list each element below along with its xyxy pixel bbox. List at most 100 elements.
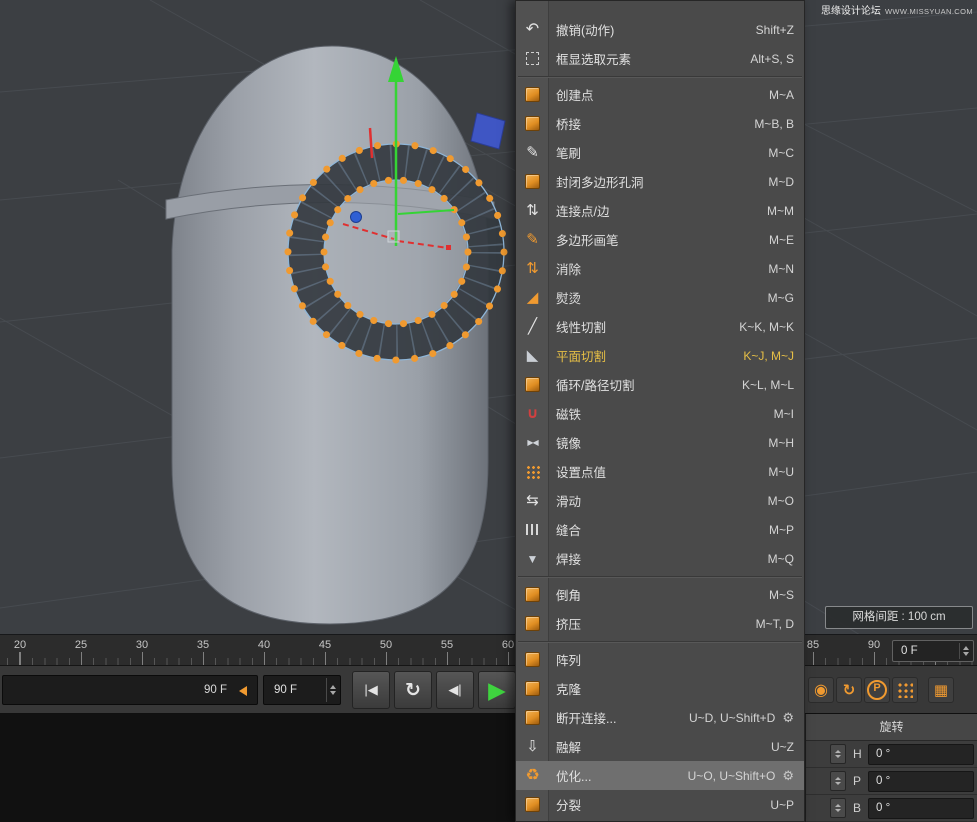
- application-window: 思缘设计论坛WWW.MISSYUAN.COM 网格间距 : 100 cm 20 …: [0, 0, 977, 822]
- menu-item-undo-action[interactable]: 撤销(动作) Shift+Z: [516, 15, 804, 44]
- viewport-3d[interactable]: 思缘设计论坛WWW.MISSYUAN.COM 网格间距 : 100 cm: [0, 0, 977, 634]
- goto-start-button[interactable]: [352, 671, 390, 709]
- menu-item-dissolve[interactable]: 消除 M~N: [516, 254, 804, 283]
- blue-point-handle[interactable]: [351, 212, 362, 223]
- menu-item-array[interactable]: 阵列: [516, 645, 804, 674]
- timeline-range-slider[interactable]: 90 F: [2, 675, 258, 705]
- frame-spinner[interactable]: [959, 643, 971, 659]
- b-value-field[interactable]: 0 °: [868, 798, 974, 819]
- record-parameter-button[interactable]: [864, 677, 890, 703]
- current-frame-field[interactable]: 0 F: [892, 640, 974, 662]
- menu-item-shortcut: Alt+S, S: [750, 52, 794, 66]
- menu-item-connect-points-edges[interactable]: 连接点/边 M~M: [516, 196, 804, 225]
- menu-item-plane-cut[interactable]: 平面切割 K~J, M~J: [516, 341, 804, 370]
- menu-item-label: 设置点值: [556, 462, 606, 481]
- menu-item-disconnect[interactable]: 断开连接... U~D, U~Shift+D: [516, 703, 804, 732]
- menu-item-slide[interactable]: 滑动 M~O: [516, 486, 804, 515]
- menu-item-shortcut: U~D, U~Shift+D: [689, 711, 775, 725]
- menu-item-weld[interactable]: 焊接 M~Q: [516, 544, 804, 573]
- ruler-major-ticks: [0, 652, 977, 665]
- h-spinner[interactable]: [830, 744, 846, 764]
- range-slider-marker[interactable]: [239, 686, 247, 696]
- menu-item-line-cut[interactable]: 线性切割 K~K, M~K: [516, 312, 804, 341]
- transport-bar: 90 F 90 F: [0, 666, 977, 714]
- menu-item-optimize[interactable]: 优化... U~O, U~Shift+O: [516, 761, 804, 790]
- menu-item-split[interactable]: 分裂 U~P: [516, 790, 804, 819]
- menu-item-loop-path-cut[interactable]: 循环/路径切割 K~L, M~L: [516, 370, 804, 399]
- menu-item-label: 循环/路径切割: [556, 375, 634, 394]
- end-frame-field[interactable]: 90 F: [263, 675, 341, 705]
- gear-icon[interactable]: [782, 769, 794, 782]
- record-objects-button[interactable]: [808, 677, 834, 703]
- brush-icon: [523, 143, 542, 162]
- weld-icon: [523, 549, 542, 568]
- menu-item-clone[interactable]: 克隆: [516, 674, 804, 703]
- menu-item-shortcut: M~N: [768, 262, 794, 276]
- b-spinner[interactable]: [830, 798, 846, 818]
- slide-icon: [523, 491, 542, 510]
- h-value-field[interactable]: 0 °: [868, 744, 974, 765]
- optimize-icon: [523, 766, 542, 785]
- menu-item-shortcut: Shift+Z: [756, 23, 794, 37]
- menu-item-shortcut: M~U: [768, 465, 794, 479]
- menu-item-set-point-value[interactable]: 设置点值 M~U: [516, 457, 804, 486]
- menu-item-extrude[interactable]: 挤压 M~T, D: [516, 609, 804, 638]
- menu-item-bevel[interactable]: 倒角 M~S: [516, 580, 804, 609]
- plane-cut-icon: [523, 346, 542, 365]
- blue-polygon-handle[interactable]: [471, 113, 505, 149]
- menu-item-bridge[interactable]: 桥接 M~B, B: [516, 109, 804, 138]
- menu-item-label: 磁铁: [556, 404, 581, 423]
- timeline-ruler[interactable]: 20 25 30 35 40 45 50 55 60 65 70 75 80 8…: [0, 634, 977, 666]
- menu-item-polygon-pen[interactable]: 多边形画笔 M~E: [516, 225, 804, 254]
- menu-item-shortcut: M~G: [768, 291, 794, 305]
- p-value-field[interactable]: 0 °: [868, 771, 974, 792]
- menu-item-magnet[interactable]: 磁铁 M~I: [516, 399, 804, 428]
- stitch-icon: [523, 520, 542, 539]
- menu-item-mirror[interactable]: 镜像 M~H: [516, 428, 804, 457]
- iron-icon: [523, 288, 542, 307]
- range-slider-value: 90 F: [204, 684, 227, 696]
- menu-item-shortcut: M~D: [768, 175, 794, 189]
- menu-item-stitch-and-sew[interactable]: 缝合 M~P: [516, 515, 804, 544]
- ruler-tick: 30: [136, 639, 148, 651]
- menu-item-label: 创建点: [556, 85, 594, 104]
- menu-item-iron[interactable]: 熨烫 M~G: [516, 283, 804, 312]
- menu-item-shortcut: M~M: [767, 204, 794, 218]
- ruler-tick: 85: [807, 639, 819, 651]
- menu-item-frame-selected-elements[interactable]: 框显选取元素 Alt+S, S: [516, 44, 804, 73]
- menu-item-brush[interactable]: 笔刷 M~C: [516, 138, 804, 167]
- prev-frame-button[interactable]: [436, 671, 474, 709]
- menu-item-close-polygon-hole[interactable]: 封闭多边形孔洞 M~D: [516, 167, 804, 196]
- x-axis-handle[interactable]: [446, 245, 451, 250]
- magnet-icon: [523, 404, 542, 423]
- extrude-icon: [523, 614, 542, 633]
- loop-playback-button[interactable]: [394, 671, 432, 709]
- menu-item-create-point[interactable]: 创建点 M~A: [516, 80, 804, 109]
- keyframe-store-button[interactable]: [928, 677, 954, 703]
- rotation-row-b: B 0 °: [806, 795, 977, 822]
- menu-item-melt[interactable]: 融解 U~Z: [516, 732, 804, 761]
- menu-item-label: 融解: [556, 737, 581, 756]
- ruler-tick: 55: [441, 639, 453, 651]
- disconnect-icon: [523, 708, 542, 727]
- p-spinner[interactable]: [830, 771, 846, 791]
- rotation-panel: 旋转 H 0 ° P 0 ° B 0 °: [805, 714, 977, 822]
- menu-separator: [516, 638, 804, 645]
- scene-canvas[interactable]: [0, 0, 977, 634]
- menu-item-shortcut: K~L, M~L: [742, 378, 794, 392]
- menu-item-shortcut: M~I: [774, 407, 794, 421]
- menu-item-shortcut: M~P: [769, 523, 794, 537]
- point-level-animation-button[interactable]: [892, 677, 918, 703]
- menu-item-label: 阵列: [556, 650, 581, 669]
- menu-item-label: 封闭多边形孔洞: [556, 172, 644, 191]
- menu-item-shortcut: M~C: [768, 146, 794, 160]
- menu-item-shortcut: U~Z: [771, 740, 794, 754]
- gear-icon[interactable]: [782, 711, 794, 724]
- auto-keying-button[interactable]: [836, 677, 862, 703]
- menu-item-shortcut: K~J, M~J: [743, 349, 794, 363]
- gizmo-center-handle[interactable]: [388, 231, 399, 242]
- bottom-left-panel: [0, 714, 515, 822]
- play-button[interactable]: [478, 671, 516, 709]
- grid-spacing-label: 网格间距 : 100 cm: [825, 606, 973, 629]
- end-frame-spinner[interactable]: [326, 678, 338, 702]
